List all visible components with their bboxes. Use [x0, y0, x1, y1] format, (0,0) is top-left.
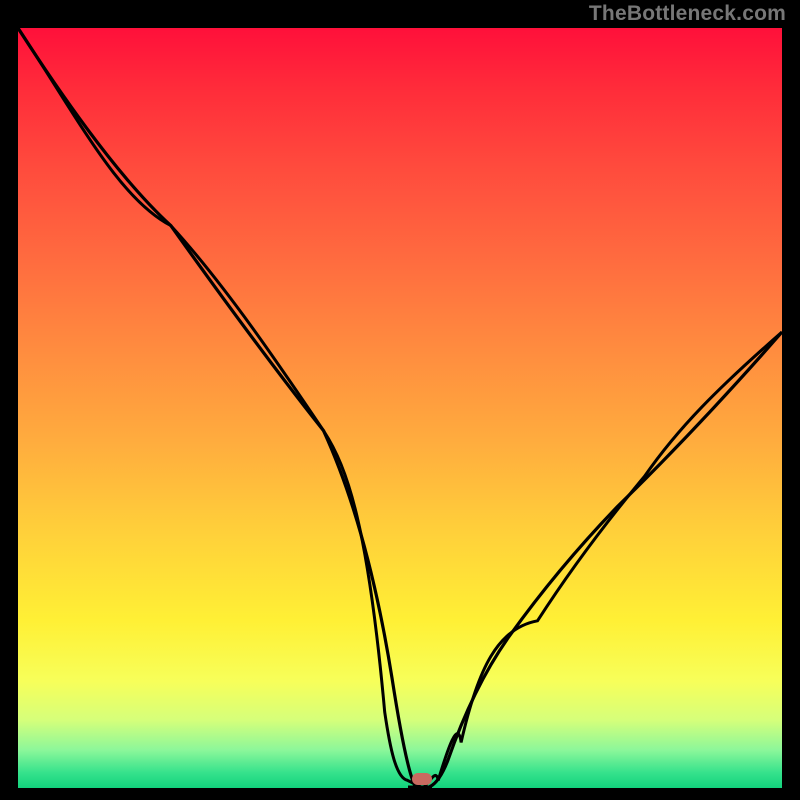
curve-path	[18, 28, 782, 788]
optimal-point-marker	[412, 773, 432, 785]
chart-frame: TheBottleneck.com	[0, 0, 800, 800]
plot-area	[18, 28, 782, 788]
bottleneck-curve	[18, 28, 782, 788]
watermark-text: TheBottleneck.com	[589, 2, 786, 26]
curve-path-smooth	[18, 28, 782, 788]
